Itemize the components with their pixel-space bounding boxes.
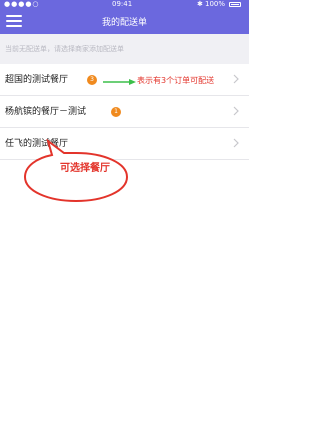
restaurant-name: 杨航镔的餐厅－测试: [5, 107, 87, 117]
battery-icon: [229, 2, 241, 7]
status-bar: ●●●●○ 09:41 ✱ 100%: [0, 0, 249, 9]
annotation-arrow-note: 表示有3个订单可配送: [137, 76, 215, 85]
status-time: 09:41: [112, 0, 133, 8]
restaurant-row[interactable]: 杨航镔的餐厅－测试 1: [0, 96, 249, 128]
chevron-right-icon: [233, 74, 239, 84]
notice-text: 当前无配送单，请选择商家添加配送单: [5, 45, 124, 53]
chevron-right-icon: [233, 106, 239, 116]
battery-percent: 100%: [205, 0, 226, 8]
chevron-right-icon: [233, 138, 239, 148]
order-count-badge: 3: [87, 75, 97, 85]
page-title: 我的配送单: [101, 18, 147, 28]
nav-bar: 我的配送单: [0, 9, 249, 34]
restaurant-name: 超国的测试餐厅: [5, 75, 69, 85]
signal-indicator: ●●●●○: [4, 0, 40, 8]
order-count-badge: 1: [111, 107, 121, 117]
annotation-bubble-note: 可选择餐厅: [60, 163, 110, 174]
notice-banner: 当前无配送单，请选择商家添加配送单: [0, 34, 249, 64]
bluetooth-icon: ✱: [197, 0, 203, 8]
arrow-right-icon: [103, 79, 136, 85]
